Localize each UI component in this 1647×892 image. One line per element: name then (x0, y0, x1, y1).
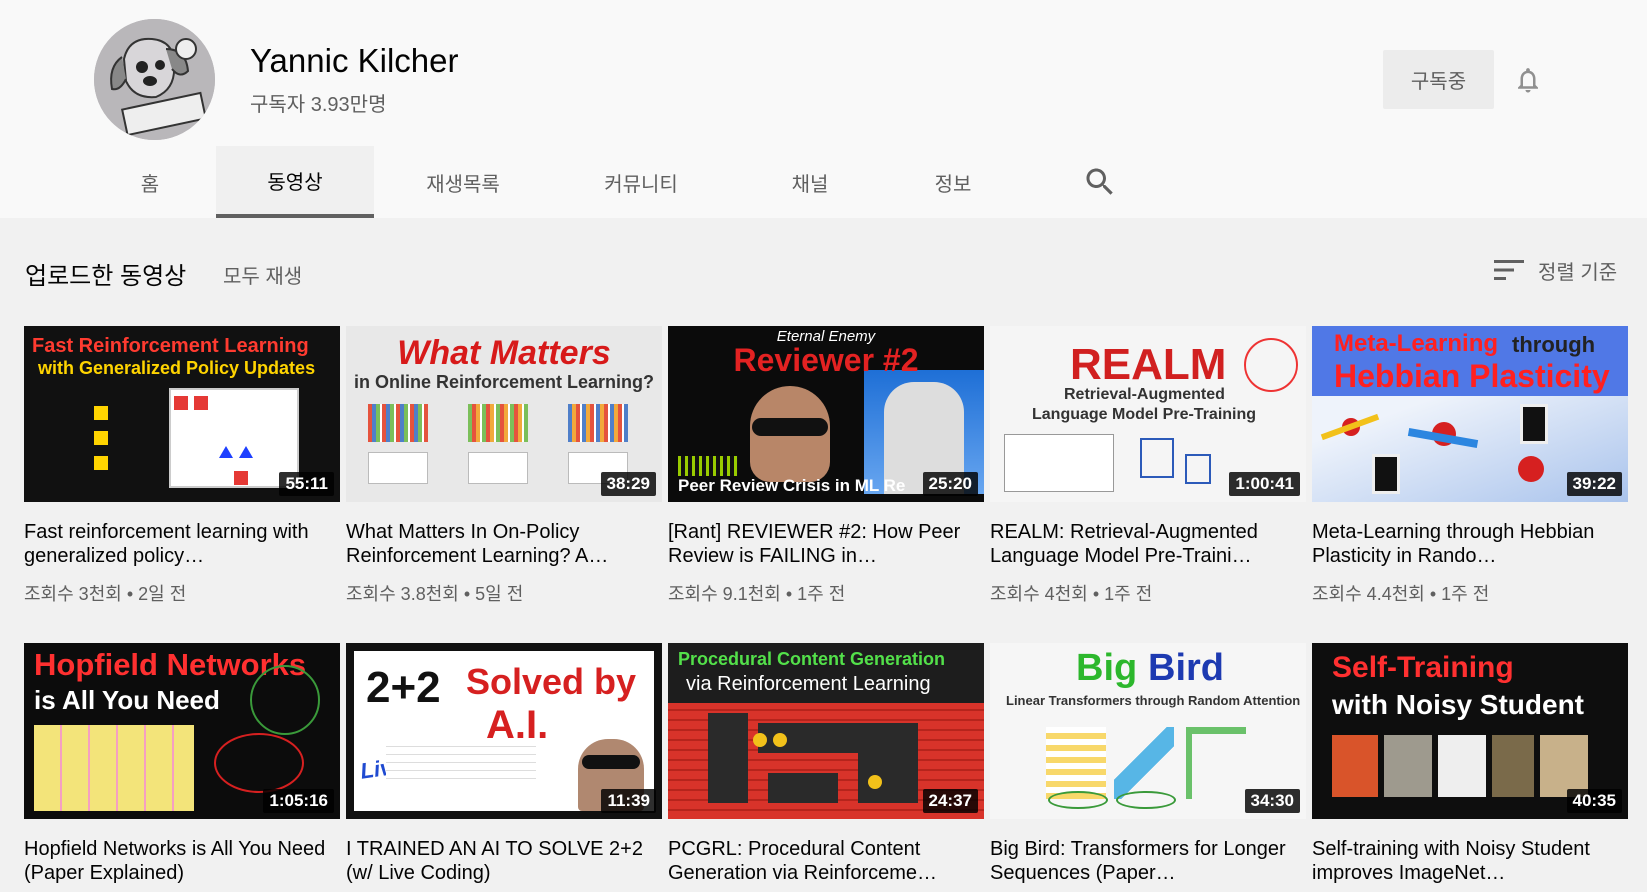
tab-community[interactable]: 커뮤니티 (581, 146, 701, 218)
video-card[interactable]: Eternal Enemy Reviewer #2 Peer Review Cr… (668, 326, 984, 606)
video-title[interactable]: What Matters In On-Policy Reinforcement … (346, 520, 662, 568)
video-meta: 조회수 4.4천회 • 1주 전 (1312, 584, 1490, 604)
video-title[interactable]: Hopfield Networks is All You Need (Paper… (24, 837, 340, 885)
video-thumbnail[interactable]: Fast Reinforcement Learning with General… (24, 326, 340, 502)
video-duration: 55:11 (279, 472, 334, 496)
video-title[interactable]: I TRAINED AN AI TO SOLVE 2+2 (w/ Live Co… (346, 837, 662, 885)
video-duration: 25:20 (922, 472, 978, 496)
subscriber-count: 구독자 3.93만명 (250, 94, 387, 116)
section-title: 업로드한 동영상 (25, 263, 187, 290)
video-thumbnail[interactable]: Meta-Learning through Hebbian Plasticity… (1312, 326, 1628, 502)
video-thumbnail[interactable]: Eternal Enemy Reviewer #2 Peer Review Cr… (668, 326, 984, 502)
video-thumbnail[interactable]: Big Bird Linear Transformers through Ran… (990, 643, 1306, 819)
video-meta: 조회수 9.1천회 • 1주 전 (668, 584, 846, 604)
video-meta: 조회수 3.8천회 • 5일 전 (346, 584, 524, 604)
subscribed-button[interactable]: 구독중 (1383, 50, 1494, 109)
bell-icon[interactable] (1513, 64, 1543, 96)
video-card[interactable]: 2+2 Solved by A.I. Live Code! 11:39 I TR… (346, 643, 662, 885)
video-title[interactable]: [Rant] REVIEWER #2: How Peer Review is F… (668, 520, 984, 568)
video-title[interactable]: REALM: Retrieval-Augmented Language Mode… (990, 520, 1306, 568)
sort-icon (1494, 260, 1524, 280)
channel-name: Yannic Kilcher (250, 42, 459, 79)
video-card[interactable]: Fast Reinforcement Learning with General… (24, 326, 340, 606)
video-duration: 1:05:16 (263, 789, 334, 813)
tab-about[interactable]: 정보 (918, 146, 988, 218)
video-card[interactable]: Big Bird Linear Transformers through Ran… (990, 643, 1306, 885)
video-thumbnail[interactable]: REALM Retrieval-Augmented Language Model… (990, 326, 1306, 502)
video-title[interactable]: Fast reinforcement learning with general… (24, 520, 340, 568)
channel-avatar[interactable] (94, 19, 215, 140)
sort-button[interactable]: 정렬 기준 (1494, 254, 1617, 286)
video-thumbnail[interactable]: Hopfield Networks is All You Need 1:05:1… (24, 643, 340, 819)
video-title[interactable]: Meta-Learning through Hebbian Plasticity… (1312, 520, 1628, 568)
video-duration: 11:39 (601, 789, 656, 813)
video-duration: 39:22 (1566, 472, 1622, 496)
video-meta: 조회수 4천회 • 1주 전 (990, 584, 1153, 604)
video-duration: 40:35 (1566, 789, 1622, 813)
tab-channels[interactable]: 채널 (775, 146, 845, 218)
search-icon[interactable] (1082, 164, 1118, 200)
video-card[interactable]: REALM Retrieval-Augmented Language Model… (990, 326, 1306, 606)
sort-label: 정렬 기준 (1538, 261, 1618, 284)
tab-playlists[interactable]: 재생목록 (403, 146, 523, 218)
channel-header: Yannic Kilcher 구독자 3.93만명 구독중 홈 동영상 재생목록… (0, 0, 1647, 218)
tab-home[interactable]: 홈 (115, 146, 185, 218)
video-card[interactable]: Meta-Learning through Hebbian Plasticity… (1312, 326, 1628, 606)
video-meta: 조회수 3천회 • 2일 전 (24, 584, 187, 604)
video-title[interactable]: PCGRL: Procedural Content Generation via… (668, 837, 984, 885)
video-duration: 1:00:41 (1229, 472, 1300, 496)
video-card[interactable]: What Matters in Online Reinforcement Lea… (346, 326, 662, 606)
play-all-link[interactable]: 모두 재생 (223, 260, 302, 289)
video-duration: 34:30 (1244, 789, 1300, 813)
video-duration: 38:29 (600, 472, 656, 496)
video-duration: 24:37 (922, 789, 978, 813)
video-card[interactable]: Procedural Content Generation via Reinfo… (668, 643, 984, 885)
video-title[interactable]: Self-training with Noisy Student improve… (1312, 837, 1628, 885)
video-thumbnail[interactable]: 2+2 Solved by A.I. Live Code! 11:39 (346, 643, 662, 819)
video-title[interactable]: Big Bird: Transformers for Longer Sequen… (990, 837, 1306, 885)
video-card[interactable]: Hopfield Networks is All You Need 1:05:1… (24, 643, 340, 885)
video-thumbnail[interactable]: Procedural Content Generation via Reinfo… (668, 643, 984, 819)
video-thumbnail[interactable]: Self-Training with Noisy Student 40:35 (1312, 643, 1628, 819)
video-thumbnail[interactable]: What Matters in Online Reinforcement Lea… (346, 326, 662, 502)
tab-videos[interactable]: 동영상 (216, 146, 374, 218)
videos-section: 업로드한 동영상 모두 재생 정렬 기준 Fast Reinforcement … (0, 218, 1647, 892)
video-card[interactable]: Self-Training with Noisy Student 40:35 S… (1312, 643, 1628, 885)
